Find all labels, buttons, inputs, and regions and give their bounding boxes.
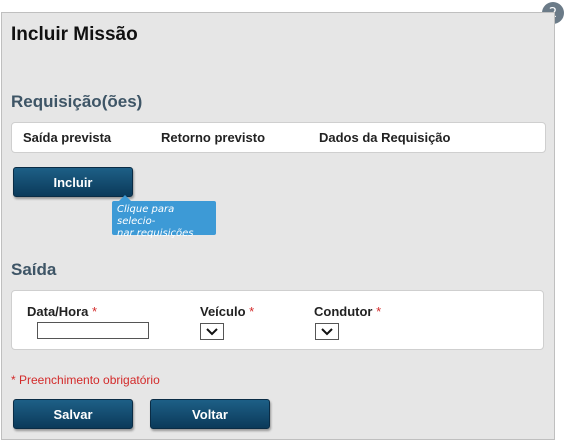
required-fields-note: * Preenchimento obrigatório: [11, 373, 160, 387]
column-dados-requisicao: Dados da Requisição: [319, 130, 451, 145]
voltar-button[interactable]: Voltar: [150, 399, 270, 429]
condutor-label: Condutor *: [314, 304, 381, 319]
column-saida-prevista: Saída prevista: [23, 130, 112, 145]
datahora-label: Data/Hora *: [27, 304, 97, 319]
tooltip-line-1: Clique para selecio-: [117, 204, 175, 227]
chevron-down-icon: [206, 327, 218, 335]
salvar-button[interactable]: Salvar: [13, 399, 133, 429]
veiculo-label-text: Veículo: [200, 304, 246, 319]
datahora-input[interactable]: [37, 322, 149, 339]
chevron-down-icon: [321, 327, 333, 335]
veiculo-select[interactable]: [200, 323, 224, 340]
condutor-label-text: Condutor: [314, 304, 373, 319]
tooltip-line-2: nar requisições: [117, 228, 194, 239]
requisicoes-table-header: Saída prevista Retorno previsto Dados da…: [11, 122, 546, 153]
incluir-tooltip: Clique para selecio- nar requisições: [112, 201, 216, 239]
incluir-button[interactable]: Incluir: [13, 167, 133, 197]
condutor-select[interactable]: [315, 323, 339, 340]
required-marker: *: [92, 304, 98, 319]
requisicoes-section-title: Requisição(ões): [11, 92, 143, 111]
veiculo-label: Veículo *: [200, 304, 254, 319]
column-retorno-previsto: Retorno previsto: [161, 130, 266, 145]
page-title: Incluir Missão: [11, 24, 138, 45]
datahora-label-text: Data/Hora: [27, 304, 89, 319]
required-marker: *: [249, 304, 255, 319]
saida-section-title: Saída: [11, 260, 57, 279]
saida-fields-box: Data/Hora * Veículo * Condutor *: [11, 290, 544, 350]
required-marker: *: [376, 304, 382, 319]
